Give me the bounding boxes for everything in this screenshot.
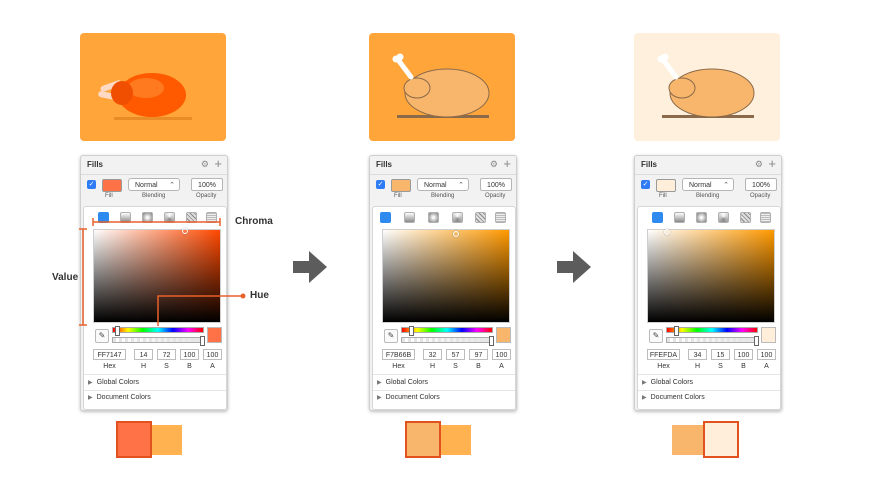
swatch-front [116, 421, 152, 458]
color-preview [496, 327, 511, 343]
alpha-handle[interactable] [754, 336, 759, 346]
b-field[interactable]: 97 [469, 349, 488, 360]
pattern-fill-icon[interactable] [475, 212, 486, 223]
color-picker-popup: ✎ F7B66B 32 57 97 100 Hex H S B A ▶ Globa… [372, 206, 516, 410]
hex-label: Hex [657, 363, 670, 370]
alpha-handle[interactable] [489, 336, 494, 346]
a-field[interactable]: 100 [492, 349, 511, 360]
fills-panel-2: Fills ⚙ + ✓ Normal ⌃ 100% Fill Blending O… [369, 155, 517, 411]
chroma-annotation: Chroma [235, 216, 273, 227]
hue-handle[interactable] [674, 326, 679, 336]
fill-color-swatch[interactable] [391, 179, 411, 192]
alpha-slider[interactable] [666, 336, 759, 346]
add-fill-icon[interactable]: + [503, 156, 511, 172]
hue-annotation: Hue [250, 290, 269, 301]
saturation-brightness-field[interactable] [647, 229, 775, 323]
s-field[interactable]: 15 [711, 349, 730, 360]
sv-knob[interactable] [453, 231, 459, 237]
color-compare-1 [116, 421, 186, 458]
panel-header: Fills ⚙ + [370, 156, 516, 175]
swatch-back [439, 425, 471, 455]
opacity-field[interactable]: 100% [480, 178, 512, 191]
a-label: A [499, 363, 504, 370]
saturation-brightness-field[interactable] [382, 229, 510, 323]
opacity-label: Opacity [750, 193, 771, 199]
sv-knob[interactable] [664, 229, 670, 235]
arrow-right-icon [293, 251, 327, 283]
pattern-fill-icon[interactable] [740, 212, 751, 223]
global-colors-section[interactable]: ▶ Global Colors [642, 379, 693, 386]
arrow-right-icon [557, 251, 591, 283]
blending-label: Blending [696, 193, 720, 199]
s-label: S [453, 363, 458, 370]
h-label: H [694, 363, 701, 370]
gear-icon[interactable]: ⚙ [490, 159, 498, 170]
swatch-back [672, 425, 704, 455]
global-colors-section[interactable]: ▶ Global Colors [377, 379, 428, 386]
angular-gradient-icon[interactable] [452, 212, 463, 223]
document-colors-section[interactable]: ▶ Document Colors [377, 394, 440, 401]
document-colors-section[interactable]: ▶ Document Colors [642, 394, 705, 401]
hex-label: Hex [392, 363, 405, 370]
hex-field[interactable]: FFEFDA [647, 349, 680, 360]
fill-enabled-checkbox[interactable]: ✓ [641, 180, 650, 189]
noise-fill-icon[interactable] [760, 212, 771, 223]
panel-title: Fills [641, 160, 658, 169]
hue-slider[interactable] [401, 326, 493, 336]
hue-handle[interactable] [409, 326, 414, 336]
fill-enabled-checkbox[interactable]: ✓ [376, 180, 385, 189]
swatch-front [405, 421, 441, 458]
radial-gradient-icon[interactable] [428, 212, 439, 223]
color-preview [761, 327, 776, 343]
blending-select[interactable]: Normal ⌃ [682, 178, 734, 191]
color-picker-popup: ✎ FFEFDA 34 15 100 100 Hex H S B A ▶ Glob… [637, 206, 781, 410]
s-label: S [718, 363, 723, 370]
opacity-field[interactable]: 100% [745, 178, 777, 191]
eyedropper-icon[interactable]: ✎ [384, 329, 398, 343]
flat-fill-icon[interactable] [380, 212, 391, 223]
fill-label: Fill [394, 193, 402, 199]
alpha-slider[interactable] [401, 336, 494, 346]
fill-label: Fill [659, 193, 667, 199]
flat-fill-icon[interactable] [652, 212, 663, 223]
b-field[interactable]: 100 [734, 349, 753, 360]
swatch-back [150, 425, 182, 455]
panel-header: Fills ⚙ + [635, 156, 781, 175]
s-field[interactable]: 57 [446, 349, 465, 360]
radial-gradient-icon[interactable] [696, 212, 707, 223]
linear-gradient-icon[interactable] [674, 212, 685, 223]
eyedropper-icon[interactable]: ✎ [649, 329, 663, 343]
fills-panel-3: Fills ⚙ + ✓ Normal ⌃ 100% Fill Blending O… [634, 155, 782, 411]
blending-label: Blending [431, 193, 455, 199]
noise-fill-icon[interactable] [495, 212, 506, 223]
chevron-updown-icon: ⌃ [723, 182, 729, 189]
color-compare-2 [405, 421, 475, 458]
fill-color-swatch[interactable] [656, 179, 676, 192]
angular-gradient-icon[interactable] [718, 212, 729, 223]
value-annotation: Value [52, 272, 79, 283]
b-label: B [476, 363, 481, 370]
add-fill-icon[interactable]: + [768, 156, 776, 172]
chevron-updown-icon: ⌃ [458, 182, 464, 189]
color-compare-3 [672, 421, 742, 458]
panel-title: Fills [376, 160, 393, 169]
disclosure-triangle-icon: ▶ [642, 380, 647, 386]
opacity-label: Opacity [485, 193, 506, 199]
hue-slider[interactable] [666, 326, 758, 336]
linear-gradient-icon[interactable] [404, 212, 415, 223]
h-label: H [429, 363, 436, 370]
blending-select[interactable]: Normal ⌃ [417, 178, 469, 191]
hex-field[interactable]: F7B66B [382, 349, 415, 360]
disclosure-triangle-icon: ▶ [377, 395, 382, 401]
h-field[interactable]: 34 [688, 349, 707, 360]
a-label: A [764, 363, 769, 370]
disclosure-triangle-icon: ▶ [377, 380, 382, 386]
swatch-front [703, 421, 739, 458]
gear-icon[interactable]: ⚙ [755, 159, 763, 170]
a-field[interactable]: 100 [757, 349, 776, 360]
disclosure-triangle-icon: ▶ [642, 395, 647, 401]
b-label: B [741, 363, 746, 370]
h-field[interactable]: 32 [423, 349, 442, 360]
